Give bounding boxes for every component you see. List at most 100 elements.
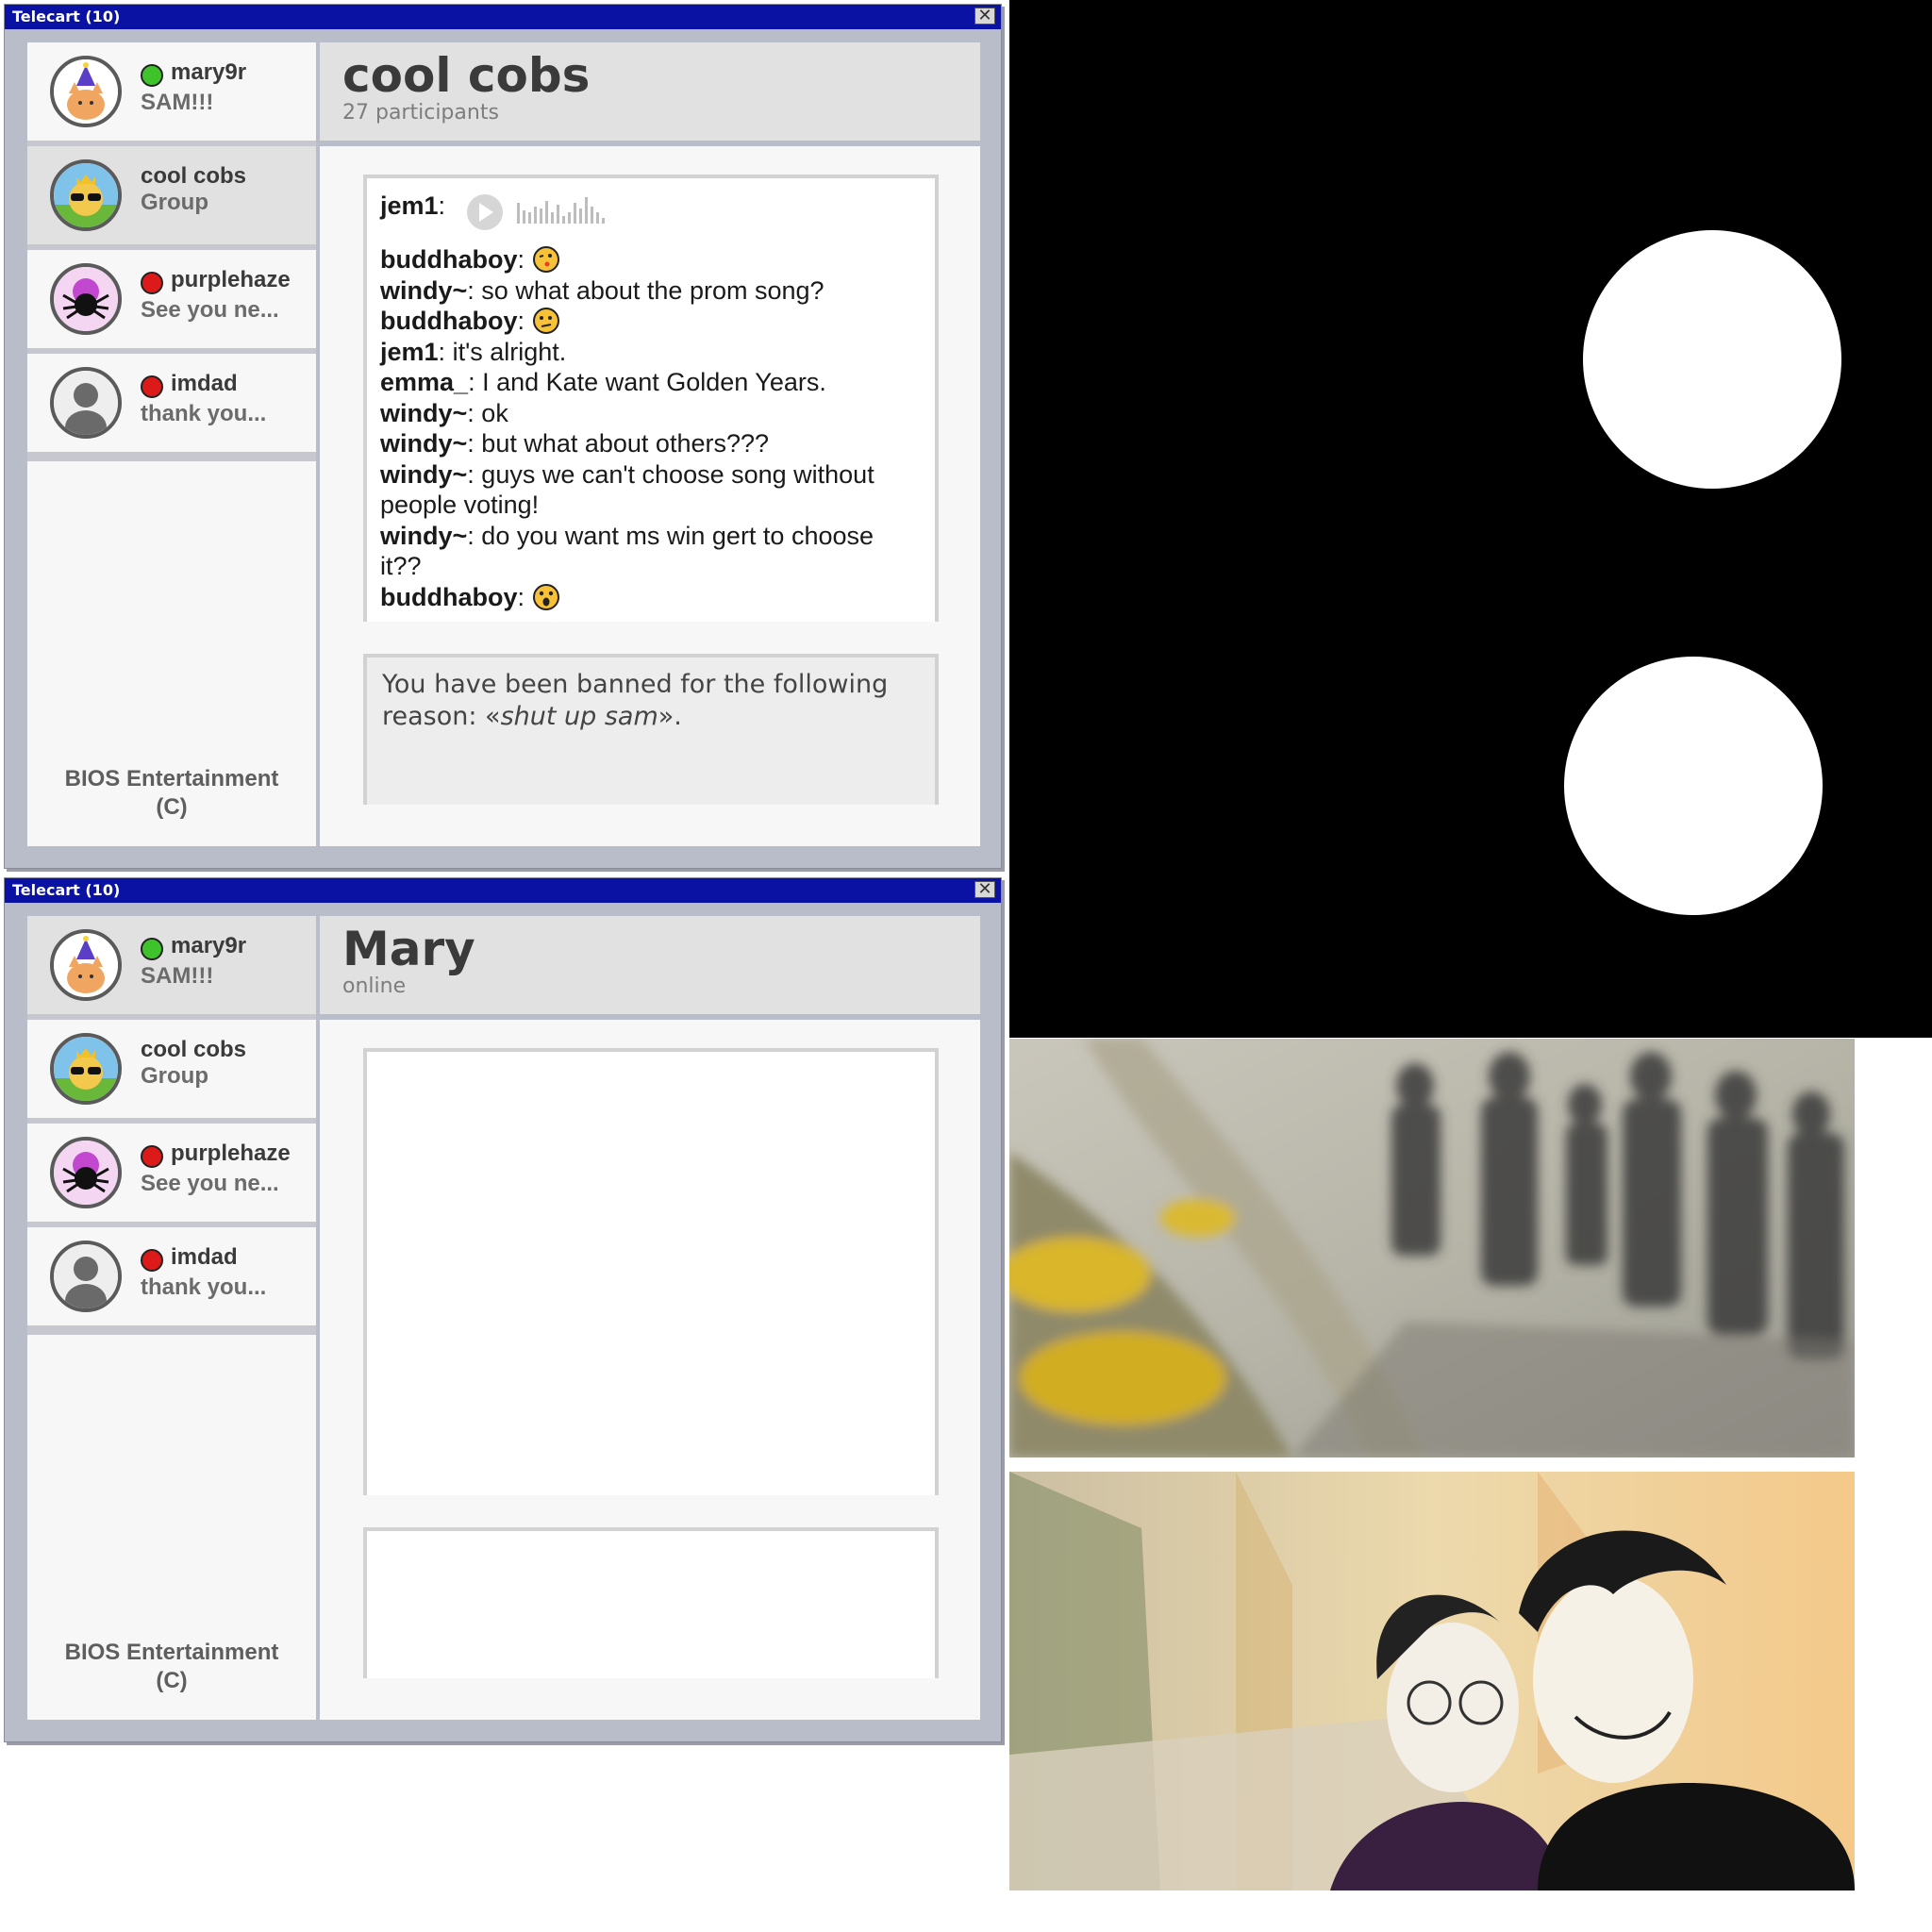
contact-item-imdad[interactable]: imdad thank you... <box>27 354 316 452</box>
contact-item-purplehaze[interactable]: purplehaze See you ne... <box>27 250 316 348</box>
contact-item-mary9r[interactable]: mary9r SAM!!! <box>27 42 316 141</box>
contact-preview: SAM!!! <box>141 90 214 115</box>
contact-name: cool cobs <box>141 163 247 189</box>
message-input[interactable]: You have been banned for the following r… <box>363 654 939 805</box>
chat-message: emma_: I and Kate want Golden Years. <box>380 367 922 398</box>
contacts-sidebar: mary9r SAM!!! cool cobs Group purplehaze… <box>27 42 316 846</box>
illustration-couple-street <box>1009 1472 1855 1890</box>
emoji-thinking-icon <box>532 308 559 334</box>
contact-item-cool-cobs[interactable]: cool cobs Group <box>27 1020 316 1118</box>
message-author: jem1 <box>380 337 439 366</box>
sidebar-empty-area: BIOS Entertainment (C) <box>27 1335 316 1720</box>
message-author: buddhaboy <box>380 307 518 335</box>
ban-notice-end: ». <box>658 702 682 731</box>
contact-name: purplehaze <box>171 267 291 292</box>
brand-name: BIOS Entertainment <box>64 1640 279 1665</box>
telecart-window-group: Telecart (10) ✕ mary9r SAM!!! cool cobs … <box>4 4 1002 869</box>
message-author: windy~ <box>380 459 468 489</box>
chat-message: windy~: ok <box>380 398 922 429</box>
message-separator: : <box>467 521 475 550</box>
chat-header: cool cobs 27 participants <box>320 42 980 141</box>
chat-title: cool cobs <box>342 48 591 103</box>
contact-name: imdad <box>171 371 238 396</box>
chat-message: windy~: but what about others??? <box>380 428 922 459</box>
message-separator: : <box>438 192 446 221</box>
chat-header: Mary online <box>320 916 980 1014</box>
ban-reason: shut up sam <box>500 702 658 731</box>
window-titlebar[interactable]: Telecart (10) ✕ <box>5 878 1001 903</box>
message-author: windy~ <box>380 398 468 427</box>
brand-footer: BIOS Entertainment (C) <box>27 1639 316 1695</box>
avatar-cat-party-hat-icon <box>50 929 122 1001</box>
emoji-kiss-wink-icon <box>532 246 559 273</box>
contact-name: cool cobs <box>141 1037 247 1062</box>
contact-item-purplehaze[interactable]: purplehaze See you ne... <box>27 1124 316 1222</box>
chat-message: windy~: so what about the prom song? <box>380 275 922 307</box>
message-separator: : <box>467 429 475 458</box>
avatar-default-person-icon <box>50 367 122 439</box>
message-author: jem1 <box>380 192 439 221</box>
contact-name: mary9r <box>171 59 247 85</box>
chat-message: jem1: it's alright. <box>380 337 922 368</box>
contact-preview: SAM!!! <box>141 963 214 989</box>
message-author: windy~ <box>380 275 468 305</box>
chat-message: windy~: guys we can't choose song withou… <box>380 459 922 521</box>
close-button[interactable]: ✕ <box>974 8 995 25</box>
chat-title: Mary <box>342 922 475 976</box>
participants-count: 27 participants <box>342 101 499 125</box>
message-separator: : <box>438 337 446 366</box>
close-button[interactable]: ✕ <box>974 881 995 898</box>
message-separator: : <box>517 582 525 611</box>
contact-item-cool-cobs[interactable]: cool cobs Group <box>27 146 316 244</box>
message-text: I and Kate want Golden Years. <box>475 368 826 396</box>
chat-message: buddhaboy: <box>380 244 922 275</box>
offline-status-icon <box>141 1249 163 1272</box>
voice-message[interactable] <box>462 184 651 231</box>
telecart-window-direct: Telecart (10) ✕ mary9r SAM!!! cool cobs … <box>4 877 1002 1742</box>
contact-name: purplehaze <box>171 1141 291 1166</box>
contact-preview: Group <box>141 190 208 215</box>
chat-body: jem1: buddhaboy: windy~: so what about t <box>320 146 980 846</box>
message-text: ok <box>474 398 508 427</box>
message-author: windy~ <box>380 429 468 458</box>
contact-preview: See you ne... <box>141 1171 279 1196</box>
brand-name: BIOS Entertainment <box>64 766 279 791</box>
contact-preview: thank you... <box>141 401 267 426</box>
message-input[interactable] <box>363 1527 939 1678</box>
message-text: so what about the prom song? <box>474 275 824 305</box>
message-log[interactable] <box>363 1048 939 1495</box>
white-circle-top <box>1583 230 1841 489</box>
contact-preview: See you ne... <box>141 297 279 323</box>
brand-footer: BIOS Entertainment (C) <box>27 765 316 822</box>
message-text: it's alright. <box>445 337 567 366</box>
contact-name: mary9r <box>171 933 247 958</box>
window-title: Telecart (10) <box>12 881 121 899</box>
avatar-cat-party-hat-icon <box>50 56 122 127</box>
contacts-sidebar: mary9r SAM!!! cool cobs Group purplehaze… <box>27 916 316 1720</box>
chat-message: windy~: do you want ms win gert to choos… <box>380 521 922 582</box>
contact-preview: Group <box>141 1063 208 1089</box>
offline-status-icon <box>141 375 163 398</box>
message-separator: : <box>467 275 475 305</box>
contact-item-mary9r[interactable]: mary9r SAM!!! <box>27 916 316 1014</box>
message-separator: : <box>468 368 475 396</box>
offline-status-icon <box>141 272 163 294</box>
online-status-icon <box>141 64 163 87</box>
message-separator: : <box>517 245 525 274</box>
message-text: but what about others??? <box>474 429 770 458</box>
avatar-group-sunglasses-icon <box>50 159 122 231</box>
contact-item-imdad[interactable]: imdad thank you... <box>27 1227 316 1325</box>
message-separator: : <box>517 307 525 335</box>
emoji-surprised-icon <box>532 583 559 610</box>
black-panel-with-circles <box>1009 0 1932 1038</box>
avatar-spider-icon <box>50 1137 122 1208</box>
message-separator: : <box>467 459 475 489</box>
offline-status-icon <box>141 1145 163 1168</box>
message-log[interactable]: jem1: buddhaboy: windy~: so what about t <box>363 175 939 622</box>
avatar-default-person-icon <box>50 1241 122 1312</box>
brand-copyright: (C) <box>156 794 188 820</box>
sidebar-empty-area: BIOS Entertainment (C) <box>27 461 316 846</box>
chat-message: buddhaboy: <box>380 582 922 613</box>
window-titlebar[interactable]: Telecart (10) ✕ <box>5 5 1001 29</box>
message-author: emma_ <box>380 368 469 396</box>
